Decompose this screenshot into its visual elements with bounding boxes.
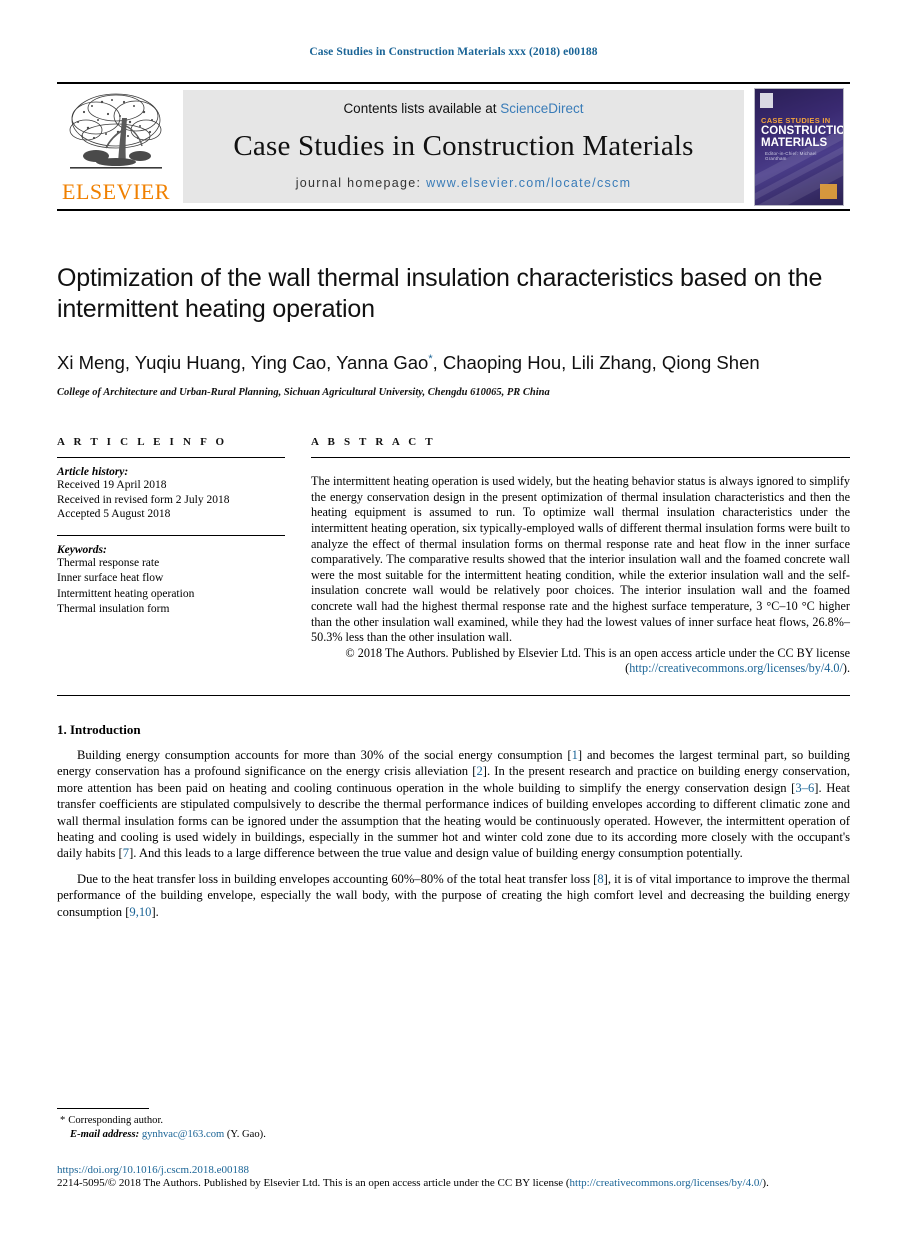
keyword-item: Thermal insulation form xyxy=(57,603,170,616)
doi-link[interactable]: https://doi.org/10.1016/j.cscm.2018.e001… xyxy=(57,1164,850,1176)
info-abstract-row: A R T I C L E I N F O Article history: R… xyxy=(57,436,850,677)
keyword-item: Inner surface heat flow xyxy=(57,572,164,585)
journal-title: Case Studies in Construction Materials xyxy=(233,129,694,162)
authors-part-2: , Chaoping Hou, Lili Zhang, Qiong Shen xyxy=(432,352,760,374)
email-label: E-mail address: xyxy=(70,1129,140,1140)
article-history-revised: Received in revised form 2 July 2018 xyxy=(57,493,230,506)
contents-available-line: Contents lists available at ScienceDirec… xyxy=(343,101,583,116)
abstract-column: A B S T R A C T The intermittent heating… xyxy=(311,436,850,677)
cover-bottom-logo xyxy=(820,184,837,199)
article-page: Case Studies in Construction Materials x… xyxy=(0,0,907,1238)
p1-text-a: Building energy consumption accounts for… xyxy=(77,747,572,762)
abstract-copyright: © 2018 The Authors. Published by Elsevie… xyxy=(311,646,850,677)
keywords-rule xyxy=(57,534,285,536)
corresponding-author-note: * Corresponding author. xyxy=(57,1114,850,1128)
article-info-label: A R T I C L E I N F O xyxy=(57,436,228,449)
cc-license-link[interactable]: http://creativecommons.org/licenses/by/4… xyxy=(629,661,843,675)
affiliation: College of Architecture and Urban-Rural … xyxy=(57,387,550,399)
footnote-rule xyxy=(57,1108,149,1109)
article-history-label: Article history: xyxy=(57,466,129,479)
issn-copyright-line: 2214-5095/© 2018 The Authors. Published … xyxy=(57,1176,850,1190)
elsevier-logo: ELSEVIER xyxy=(57,84,175,209)
keyword-item: Intermittent heating operation xyxy=(57,587,195,600)
authors-part-1: Xi Meng, Yuqiu Huang, Ying Cao, Yanna Ga… xyxy=(57,352,429,374)
footer-cc-license-link[interactable]: http://creativecommons.org/licenses/by/4… xyxy=(570,1177,763,1189)
paragraph-2: Due to the heat transfer loss in buildin… xyxy=(57,871,850,920)
journal-homepage-link[interactable]: www.elsevier.com/locate/cscm xyxy=(426,176,631,190)
article-info-column: A R T I C L E I N F O Article history: R… xyxy=(57,436,285,618)
banner-bottom-rule xyxy=(57,209,850,211)
page-footer: * Corresponding author. E-mail address: g… xyxy=(57,1108,850,1190)
elsevier-wordmark: ELSEVIER xyxy=(62,179,170,204)
issn-pre: 2214-5095/© 2018 The Authors. Published … xyxy=(57,1177,570,1189)
section-heading-introduction: 1. Introduction xyxy=(57,721,141,737)
issn-post: ). xyxy=(762,1177,769,1189)
keyword-item: Thermal response rate xyxy=(57,556,160,569)
citation-ref-9-10[interactable]: 9,10 xyxy=(129,905,151,919)
p2-text-a: Due to the heat transfer loss in buildin… xyxy=(77,871,598,886)
journal-cover-thumbnail: CASE STUDIES IN CONSTRUCTION MATERIALS E… xyxy=(754,84,850,209)
citation-ref-3-6[interactable]: 3–6 xyxy=(795,781,814,795)
abstract-rule xyxy=(311,457,850,459)
cover-image: CASE STUDIES IN CONSTRUCTION MATERIALS E… xyxy=(754,88,844,206)
running-head: Case Studies in Construction Materials x… xyxy=(309,46,598,58)
copyright-post: ). xyxy=(842,661,850,676)
corresponding-star: * xyxy=(60,1115,66,1126)
corresponding-text: Corresponding author. xyxy=(68,1115,164,1126)
email-link[interactable]: gynhvac@163.com xyxy=(142,1129,224,1140)
article-history-group: Article history: Received 19 April 2018 … xyxy=(57,466,285,522)
keywords-group: Keywords: Thermal response rate Inner su… xyxy=(57,544,285,618)
abstract-label: A B S T R A C T xyxy=(311,436,436,449)
journal-banner-center: Contents lists available at ScienceDirec… xyxy=(183,90,744,203)
cover-line-2: CONSTRUCTION MATERIALS xyxy=(761,125,843,149)
journal-homepage-line: journal homepage: www.elsevier.com/locat… xyxy=(296,176,632,190)
homepage-prefix: journal homepage: xyxy=(295,176,427,190)
article-info-rule xyxy=(57,457,285,459)
paragraph-1: Building energy consumption accounts for… xyxy=(57,747,850,862)
cover-line-3: Editor-in-Chief: Michael Grantham xyxy=(765,151,817,161)
cover-line-1: CASE STUDIES IN xyxy=(761,116,831,125)
email-suffix: (Y. Gao). xyxy=(226,1129,266,1140)
cover-publisher-badge xyxy=(760,93,773,108)
article-history-received: Received 19 April 2018 xyxy=(57,479,167,492)
abstract-text: The intermittent heating operation is us… xyxy=(311,474,850,645)
elsevier-tree-icon xyxy=(66,90,166,180)
p1-text-e: ]. And this leads to a large difference … xyxy=(129,846,743,861)
sciencedirect-link[interactable]: ScienceDirect xyxy=(500,101,583,116)
title-block: Optimization of the wall thermal insulat… xyxy=(57,263,850,398)
email-note: E-mail address: gynhvac@163.com (Y. Gao)… xyxy=(57,1128,850,1142)
contents-prefix: Contents lists available at xyxy=(343,101,501,116)
abstract-bottom-rule xyxy=(57,694,850,696)
article-history-accepted: Accepted 5 August 2018 xyxy=(57,508,171,521)
journal-banner: ELSEVIER Contents lists available at Sci… xyxy=(57,82,850,209)
keywords-label: Keywords: xyxy=(57,543,107,556)
author-list: Xi Meng, Yuqiu Huang, Ying Cao, Yanna Ga… xyxy=(57,347,850,375)
page-title: Optimization of the wall thermal insulat… xyxy=(57,264,823,323)
p2-text-c: ]. xyxy=(151,904,159,919)
